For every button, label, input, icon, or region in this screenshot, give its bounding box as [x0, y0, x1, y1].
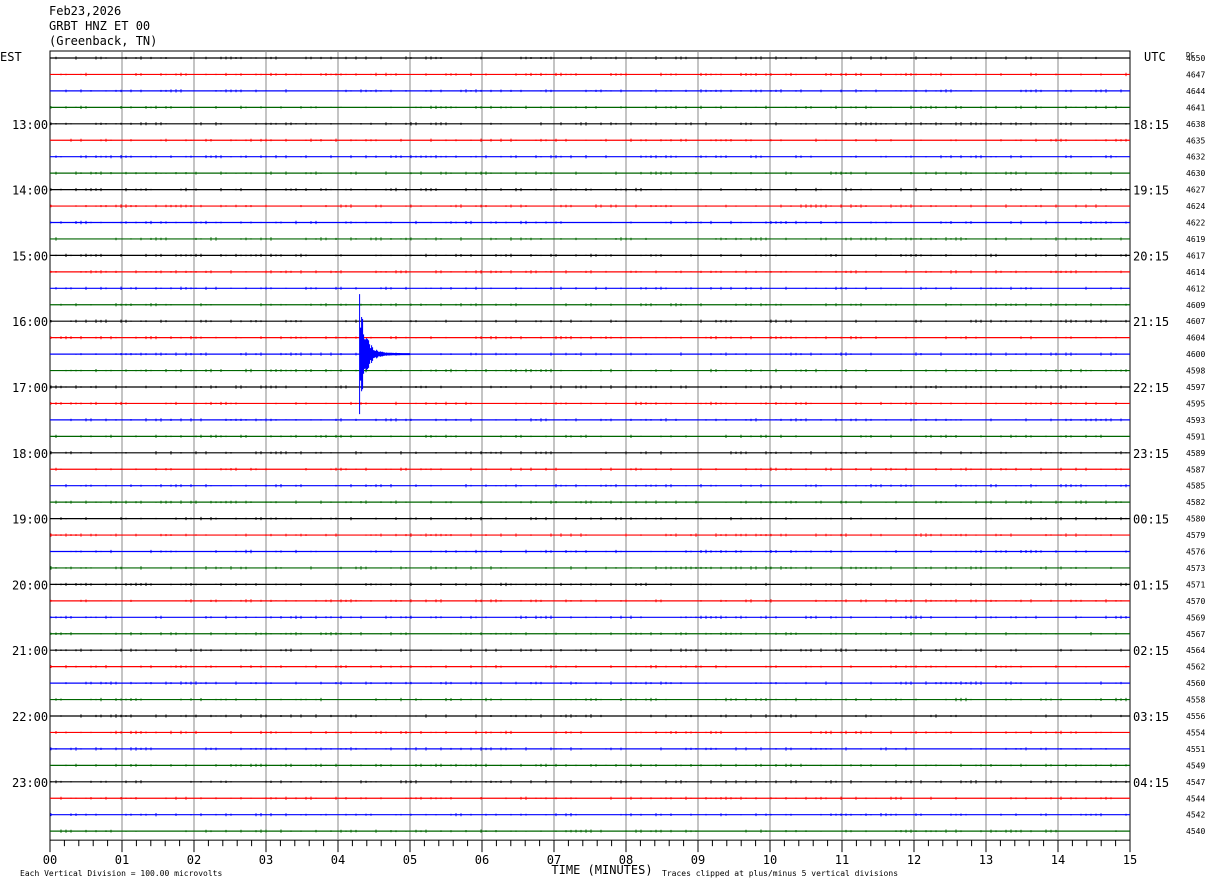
x-tick-label: 09: [691, 853, 705, 867]
x-axis-title: TIME (MINUTES): [551, 863, 652, 877]
utc-time-label: 19:15: [1133, 184, 1169, 198]
dc-value-label: 4597: [1186, 383, 1205, 392]
dc-value-label: 4573: [1186, 564, 1205, 573]
dc-value-label: 4622: [1186, 219, 1205, 228]
est-time-label: 19:00: [12, 513, 48, 527]
utc-time-label: 22:15: [1133, 381, 1169, 395]
dc-value-label: 4595: [1186, 399, 1205, 408]
dc-value-label: 4619: [1186, 235, 1205, 244]
dc-value-label: 4630: [1186, 169, 1205, 178]
x-tick-label: 03: [259, 853, 273, 867]
dc-value-label: 4647: [1186, 70, 1205, 79]
x-tick-label: 14: [1051, 853, 1065, 867]
utc-time-label: 00:15: [1133, 513, 1169, 527]
utc-time-label: 20:15: [1133, 249, 1169, 263]
utc-time-label: 18:15: [1133, 118, 1169, 132]
dc-value-label: 4558: [1186, 696, 1205, 705]
est-time-label: 22:00: [12, 710, 48, 724]
dc-value-label: 4638: [1186, 120, 1205, 129]
est-time-label: 21:00: [12, 644, 48, 658]
est-time-label: 14:00: [12, 184, 48, 198]
x-tick-label: 11: [835, 853, 849, 867]
est-time-label: 18:00: [12, 447, 48, 461]
x-tick-label: 04: [331, 853, 345, 867]
est-time-label: 17:00: [12, 381, 48, 395]
dc-value-label: 4562: [1186, 663, 1205, 672]
dc-value-label: 4551: [1186, 745, 1205, 754]
x-tick-label: 00: [43, 853, 57, 867]
dc-value-label: 4579: [1186, 531, 1205, 540]
utc-axis-label: UTC: [1144, 50, 1166, 64]
dc-value-label: 4542: [1186, 811, 1205, 820]
dc-value-label: 4544: [1186, 794, 1205, 803]
dc-value-label: 4560: [1186, 679, 1205, 688]
utc-time-label: 23:15: [1133, 447, 1169, 461]
est-time-label: 20:00: [12, 578, 48, 592]
dc-value-label: 4598: [1186, 367, 1205, 376]
dc-value-label: 4632: [1186, 153, 1205, 162]
x-tick-label: 02: [187, 853, 201, 867]
dc-value-label: 4556: [1186, 712, 1205, 721]
dc-value-label: 4564: [1186, 646, 1205, 655]
est-time-label: 13:00: [12, 118, 48, 132]
x-tick-label: 12: [907, 853, 921, 867]
dc-value-label: 4617: [1186, 251, 1205, 260]
dc-value-label: 4554: [1186, 728, 1205, 737]
dc-value-label: 4624: [1186, 202, 1205, 211]
trace-noise: [50, 385, 1122, 389]
scale-footnote: Each Vertical Division = 100.00 microvol…: [20, 869, 222, 878]
dc-value-label: 4607: [1186, 317, 1205, 326]
dc-value-label: 4585: [1186, 482, 1205, 491]
dc-value-label: 4600: [1186, 350, 1205, 359]
x-tick-label: 01: [115, 853, 129, 867]
utc-time-label: 04:15: [1133, 776, 1169, 790]
dc-value-label: 4604: [1186, 334, 1205, 343]
utc-time-label: 01:15: [1133, 578, 1169, 592]
dc-value-label: 4567: [1186, 630, 1205, 639]
dc-value-label: 4569: [1186, 613, 1205, 622]
dc-value-label: 4571: [1186, 580, 1205, 589]
utc-time-label: 03:15: [1133, 710, 1169, 724]
utc-time-label: 21:15: [1133, 315, 1169, 329]
dc-value-label: 4614: [1186, 268, 1205, 277]
event-waveform: [359, 294, 411, 415]
est-axis-label: EST: [0, 50, 22, 64]
est-time-label: 15:00: [12, 249, 48, 263]
x-tick-label: 15: [1123, 853, 1137, 867]
x-tick-label: 10: [763, 853, 777, 867]
plot-frame: [49, 50, 1131, 841]
dc-value-label: 4609: [1186, 301, 1205, 310]
dc-value-label: 4591: [1186, 432, 1205, 441]
x-tick-label: 13: [979, 853, 993, 867]
clip-footnote: Traces clipped at plus/minus 5 vertical …: [662, 869, 898, 878]
dc-value-label: 4576: [1186, 548, 1205, 557]
dc-value-label: 4570: [1186, 597, 1205, 606]
dc-value-label: 4540: [1186, 827, 1205, 836]
dc-value-label: 4587: [1186, 465, 1205, 474]
x-tick-label: 06: [475, 853, 489, 867]
dc-value-label: 4589: [1186, 449, 1205, 458]
dc-value-label: 4650: [1186, 54, 1205, 63]
dc-value-label: 4549: [1186, 761, 1205, 770]
dc-value-label: 4635: [1186, 136, 1205, 145]
dc-value-label: 4593: [1186, 416, 1205, 425]
dc-value-label: 4580: [1186, 515, 1205, 524]
x-tick-label: 05: [403, 853, 417, 867]
dc-value-label: 4627: [1186, 186, 1205, 195]
dc-value-label: 4547: [1186, 778, 1205, 787]
dc-value-label: 4612: [1186, 284, 1205, 293]
est-time-label: 23:00: [12, 776, 48, 790]
dc-value-label: 4641: [1186, 103, 1205, 112]
est-time-label: 16:00: [12, 315, 48, 329]
seismogram-chart: EST UTC DC13:0014:0015:0016:0017:0018:0019…: [0, 50, 1205, 878]
dc-value-label: 4582: [1186, 498, 1205, 507]
dc-value-label: 4644: [1186, 87, 1205, 96]
utc-time-label: 02:15: [1133, 644, 1169, 658]
trace-noise: [55, 697, 1127, 702]
